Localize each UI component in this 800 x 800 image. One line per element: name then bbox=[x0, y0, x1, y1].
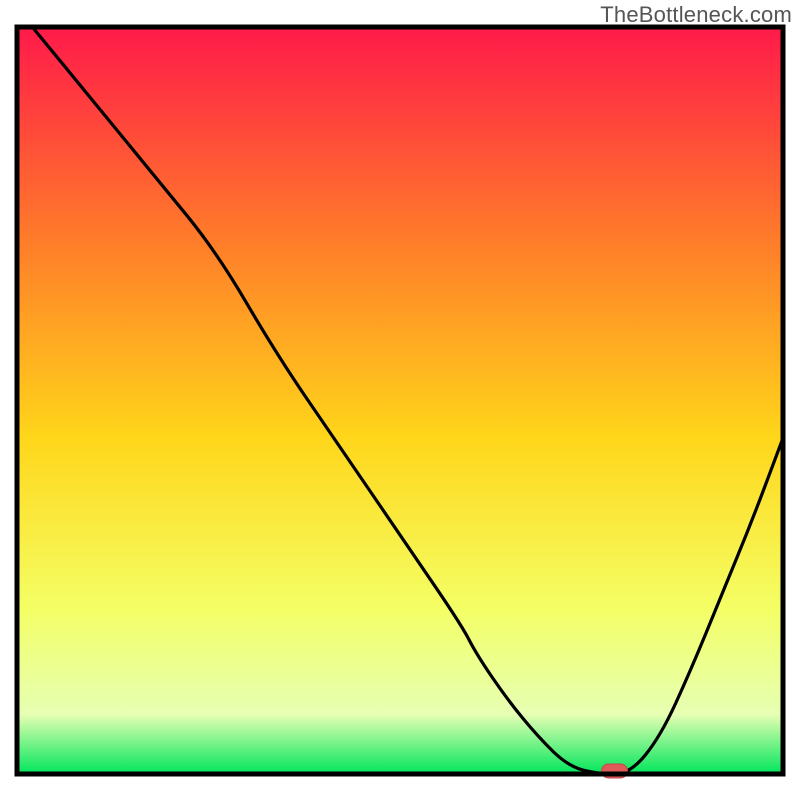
plot-background bbox=[17, 27, 783, 774]
watermark-text: TheBottleneck.com bbox=[600, 2, 792, 28]
chart-svg bbox=[0, 0, 800, 800]
bottleneck-chart: TheBottleneck.com bbox=[0, 0, 800, 800]
